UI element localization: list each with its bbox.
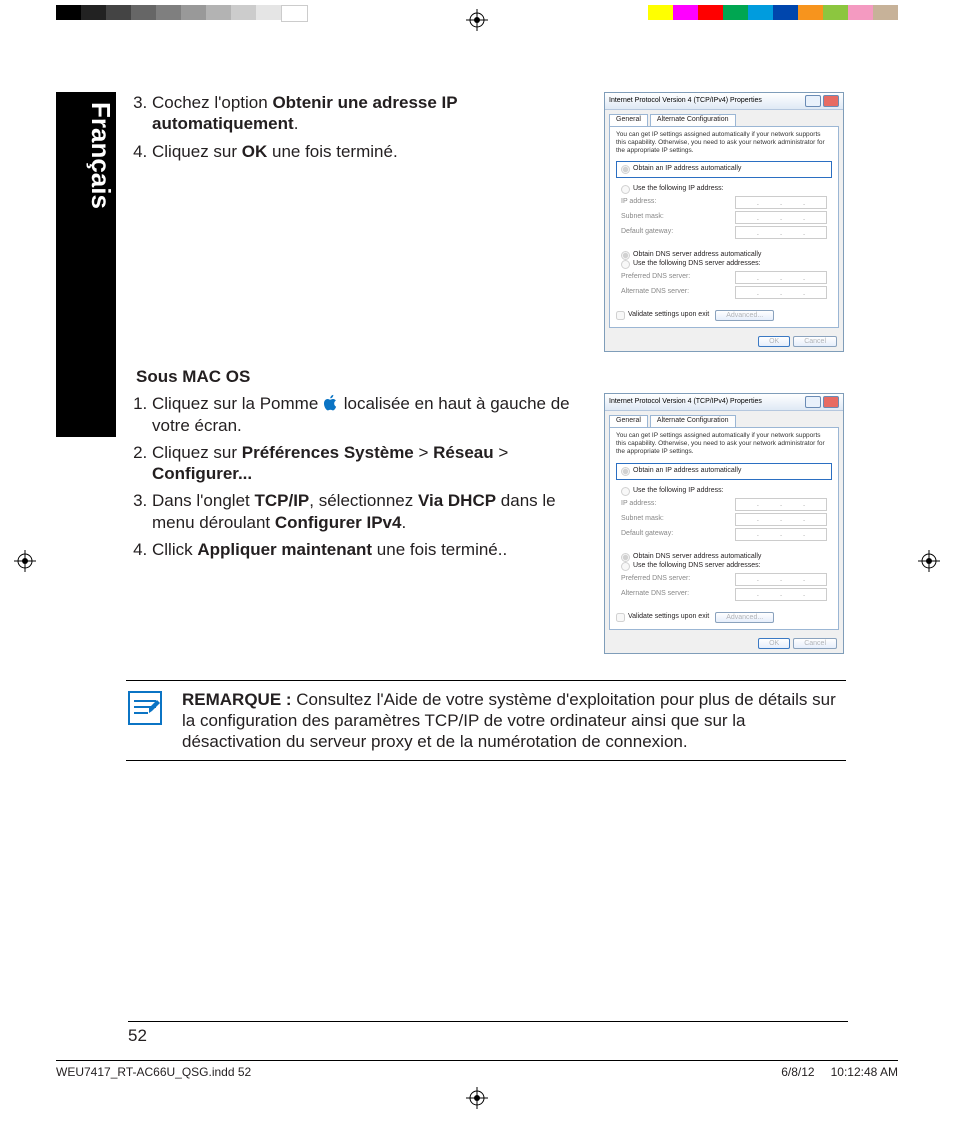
footer-file: WEU7417_RT-AC66U_QSG.indd 52 — [56, 1065, 251, 1079]
screenshot-dialog: Internet Protocol Version 4 (TCP/IPv4) P… — [604, 92, 849, 352]
screenshot-dialog: Internet Protocol Version 4 (TCP/IPv4) P… — [604, 393, 849, 653]
list-item: Cochez l'option Obtenir une adresse IP a… — [152, 92, 592, 135]
footer-time: 10:12:48 AM — [831, 1065, 898, 1079]
remark-text: REMARQUE : Consultez l'Aide de votre sys… — [182, 689, 846, 753]
registration-mark-icon — [14, 550, 36, 572]
list-item: Cllick Appliquer maintenant une fois ter… — [152, 539, 592, 560]
page-content: Cochez l'option Obtenir une adresse IP a… — [126, 92, 849, 761]
list-item: Cliquez sur Préférences Système > Réseau… — [152, 442, 592, 485]
subheading: Sous MAC OS — [136, 366, 849, 387]
remark-box: REMARQUE : Consultez l'Aide de votre sys… — [126, 680, 846, 762]
note-icon — [126, 689, 164, 753]
registration-mark-icon — [466, 1087, 488, 1109]
registration-mark-icon — [918, 550, 940, 572]
steps-list-b: Cliquez sur la Pomme localisée en haut à… — [126, 393, 592, 560]
footer-date: 6/8/12 — [781, 1065, 814, 1079]
steps-list-a: Cochez l'option Obtenir une adresse IP a… — [126, 92, 592, 162]
language-tab: Français — [56, 92, 116, 437]
page-number: 52 — [128, 1021, 848, 1046]
apple-icon — [323, 394, 339, 412]
footer: WEU7417_RT-AC66U_QSG.indd 52 6/8/12 10:1… — [56, 1060, 898, 1079]
list-item: Cliquez sur OK une fois terminé. — [152, 141, 592, 162]
list-item: Cliquez sur la Pomme localisée en haut à… — [152, 393, 592, 436]
registration-mark-icon — [466, 9, 488, 31]
list-item: Dans l'onglet TCP/IP, sélectionnez Via D… — [152, 490, 592, 533]
